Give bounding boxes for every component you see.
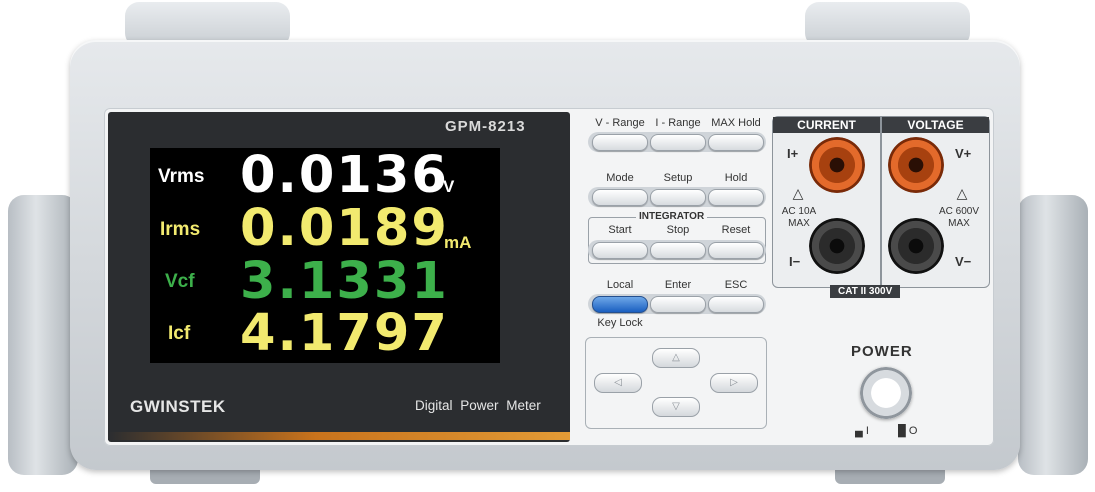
device-type-label: Digital Power Meter [415, 398, 541, 413]
setup-button[interactable] [650, 189, 706, 206]
arrow-right-icon: ▷ [730, 377, 738, 388]
terminal-divider [880, 117, 882, 287]
arrow-down-button[interactable]: ▽ [652, 397, 700, 417]
power-on-indicator: ▄ I [855, 425, 869, 437]
row-unit-irms: mA [444, 233, 472, 252]
row-label-vrms: Vrms [158, 166, 205, 187]
mode-label: Mode [606, 172, 634, 184]
reset-button[interactable] [708, 242, 764, 259]
voltage-minus-jack[interactable] [888, 218, 944, 274]
v-minus-label: V− [955, 254, 972, 269]
current-minus-jack[interactable] [809, 218, 865, 274]
model-label: GPM-8213 [445, 118, 526, 135]
category-rating-label: CAT II 300V [830, 285, 901, 298]
row-label-irms: Irms [160, 219, 201, 240]
hold-label: Hold [724, 172, 748, 184]
local-button[interactable] [592, 296, 648, 313]
row-label-vcf: Vcf [165, 271, 195, 292]
reset-label: Reset [721, 224, 751, 236]
enter-label: Enter [664, 279, 692, 291]
power-on-symbol: I [865, 425, 869, 437]
start-button[interactable] [592, 242, 648, 259]
i-minus-label: I− [789, 254, 801, 269]
accent-stripe [108, 432, 570, 440]
warning-triangle-icon: △ [956, 185, 968, 201]
current-rating-label: AC 10A [781, 206, 817, 217]
voltage-plus-jack[interactable] [888, 137, 944, 193]
row-value-vrms: 0.0136 [240, 146, 449, 205]
i-plus-label: I+ [787, 146, 799, 161]
row-value-icf: 4.1797 [240, 304, 449, 363]
power-label: POWER [851, 343, 913, 360]
power-button[interactable] [860, 367, 912, 419]
arrow-up-icon: △ [672, 352, 680, 363]
side-handle-right[interactable] [1018, 195, 1088, 475]
voltage-max-label: MAX [948, 218, 970, 229]
enter-button[interactable] [650, 296, 706, 313]
local-label: Local [606, 279, 634, 291]
arrow-left-button[interactable]: ◁ [594, 373, 642, 393]
side-handle-left[interactable] [8, 195, 78, 475]
i-range-button[interactable] [650, 134, 706, 151]
start-label: Start [608, 224, 632, 236]
arrow-right-button[interactable]: ▷ [710, 373, 758, 393]
power-off-indicator: █ O [898, 425, 918, 437]
arrow-up-button[interactable]: △ [652, 348, 700, 368]
key-lock-label: Key Lock [597, 317, 643, 329]
row-value-irms: 0.0189 [240, 199, 449, 258]
esc-button[interactable] [708, 296, 764, 313]
arrow-left-icon: ◁ [614, 377, 622, 388]
setup-label: Setup [663, 172, 693, 184]
max-hold-button[interactable] [708, 134, 764, 151]
hold-button[interactable] [708, 189, 764, 206]
brand-logo: GWINSTEK [130, 397, 226, 416]
esc-label: ESC [724, 279, 748, 291]
voltage-rating-label: AC 600V [938, 206, 980, 217]
mode-button[interactable] [592, 189, 648, 206]
current-header: CURRENT [773, 117, 880, 133]
max-hold-label: MAX Hold [711, 117, 761, 129]
current-plus-jack[interactable] [809, 137, 865, 193]
voltage-header: VOLTAGE [882, 117, 989, 133]
stop-label: Stop [666, 224, 690, 236]
row-unit-vrms: V [443, 177, 455, 196]
stop-button[interactable] [650, 242, 706, 259]
warning-triangle-icon: △ [792, 185, 804, 201]
v-plus-label: V+ [955, 146, 972, 161]
integrator-label: INTEGRATOR [636, 211, 708, 222]
row-value-vcf: 3.1331 [240, 252, 449, 311]
v-range-button[interactable] [592, 134, 648, 151]
row-label-icf: Icf [168, 323, 191, 344]
power-off-symbol: O [908, 425, 918, 437]
arrow-down-icon: ▽ [672, 401, 680, 412]
v-range-label: V - Range [595, 117, 645, 129]
i-range-label: I - Range [655, 117, 701, 129]
